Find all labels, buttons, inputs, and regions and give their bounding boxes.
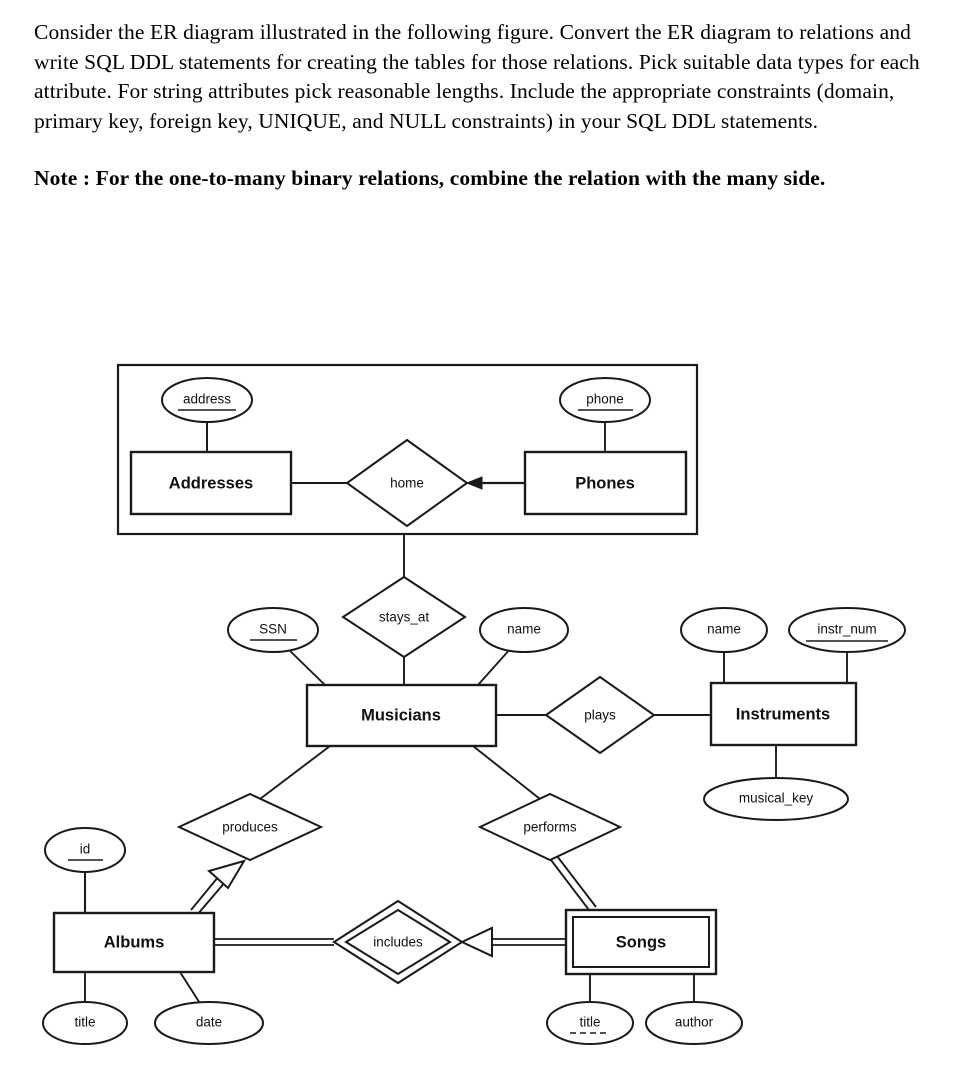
edge-songs-includes [459, 926, 566, 958]
entity-albums: Albums [52, 911, 216, 974]
entity-musicians: Musicians [305, 683, 498, 748]
entity-phones: Phones [523, 450, 688, 516]
relationship-stays_at: stays_at [341, 575, 467, 659]
entity-phones-label: Phones [575, 474, 635, 492]
attribute-ssn-label: SSN [259, 622, 287, 637]
attribute-musicians-name-label: name [507, 622, 541, 637]
attribute-song-title-label: title [579, 1015, 600, 1030]
edge-albums-includes [214, 938, 334, 946]
attribute-musical_key: musical_key [703, 777, 849, 821]
attribute-instruments-name-label: name [707, 622, 741, 637]
relationship-plays-label: plays [584, 708, 616, 723]
relationship-produces: produces [176, 792, 324, 862]
relationship-includes: includes [332, 899, 464, 985]
relationship-includes-label: includes [373, 935, 423, 950]
relationship-produces-label: produces [222, 820, 278, 835]
prompt-paragraph-1: Consider the ER diagram illustrated in t… [34, 20, 920, 133]
attribute-album-title: title [42, 1001, 128, 1045]
relationship-performs: performs [477, 792, 623, 862]
attribute-address: address [161, 377, 253, 423]
entity-musicians-label: Musicians [361, 706, 441, 724]
attribute-song-author-label: author [675, 1015, 714, 1030]
attribute-song-author: author [645, 1001, 743, 1045]
entity-addresses: Addresses [129, 450, 293, 516]
relationship-plays: plays [544, 675, 656, 755]
entity-instruments-label: Instruments [736, 705, 830, 723]
edge-ssn-musicians [286, 647, 326, 686]
relationship-home-label: home [390, 476, 424, 491]
relationship-stays_at-label: stays_at [379, 610, 430, 625]
attribute-song-title: title [546, 1001, 634, 1045]
entity-instruments: Instruments [709, 681, 858, 747]
attribute-musicians-name: name [479, 607, 569, 653]
attribute-album-id-label: id [80, 842, 91, 857]
attribute-instr_num-label: instr_num [817, 622, 876, 637]
er-diagram-figure: address Addresses home phone Phones stay… [0, 332, 972, 1092]
attribute-address-label: address [183, 392, 231, 407]
edge-musname-musicians [477, 647, 512, 686]
attribute-album-id: id [44, 827, 126, 873]
edge-musicians-performs [472, 745, 541, 800]
attribute-musical_key-label: musical_key [739, 791, 814, 806]
entity-albums-label: Albums [104, 933, 165, 951]
attribute-instruments-name: name [680, 607, 768, 653]
attribute-album-date-label: date [196, 1015, 222, 1030]
attribute-phone-label: phone [586, 392, 624, 407]
attribute-instr_num: instr_num [788, 607, 906, 653]
attribute-phone: phone [559, 377, 651, 423]
attribute-album-title-label: title [74, 1015, 95, 1030]
attribute-album-date: date [154, 1001, 264, 1045]
attribute-ssn: SSN [227, 607, 319, 653]
edge-albums-produces [190, 859, 247, 916]
entity-addresses-label: Addresses [169, 474, 253, 492]
entity-songs-label: Songs [616, 933, 666, 951]
edge-performs-songs [550, 855, 597, 911]
relationship-performs-label: performs [523, 820, 577, 835]
prompt-note: Note : For the one-to-many binary relati… [34, 166, 826, 191]
edge-musicians-produces [259, 745, 331, 800]
entity-songs: Songs [564, 908, 718, 976]
problem-statement: Consider the ER diagram illustrated in t… [34, 18, 946, 194]
